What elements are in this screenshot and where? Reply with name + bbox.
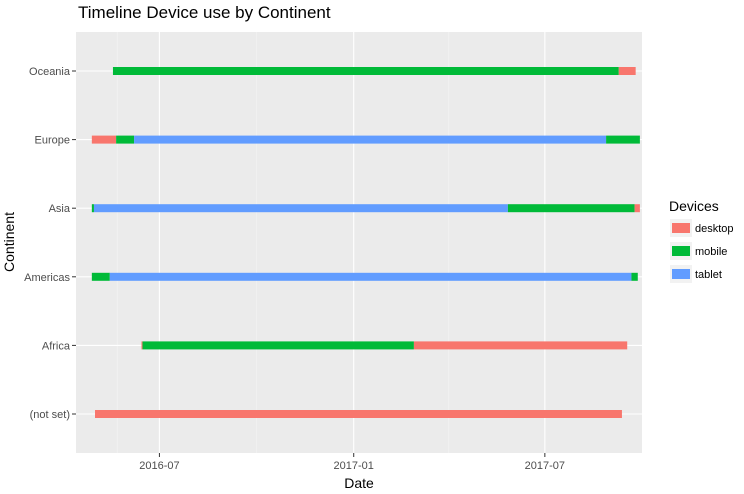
timeline-bar-mobile xyxy=(91,272,110,281)
timeline-bar-mobile xyxy=(112,67,619,75)
plot-panel xyxy=(76,32,642,453)
timeline-bar-tablet xyxy=(93,204,508,213)
timeline-bar-desktop xyxy=(95,410,622,418)
y-tick-label: Europe xyxy=(35,135,70,147)
y-tick-label: Oceania xyxy=(29,66,71,78)
y-tick-label: Asia xyxy=(49,203,71,215)
x-axis: 2016-07 2017-01 2017-07 xyxy=(139,453,565,472)
timeline-bar-desktop xyxy=(413,341,628,350)
timeline-bar-mobile xyxy=(116,135,135,144)
x-axis-title: Date xyxy=(344,475,374,491)
timeline-bar-tablet xyxy=(134,135,607,144)
legend-label: mobile xyxy=(695,246,727,258)
timeline-bar-mobile xyxy=(142,341,414,350)
x-tick-label: 2016-07 xyxy=(139,460,179,472)
legend-title: Devices xyxy=(669,198,719,214)
legend-swatch-mobile xyxy=(672,246,690,256)
timeline-bar-desktop xyxy=(141,341,143,350)
timeline-bar-mobile xyxy=(507,204,635,213)
timeline-bar-desktop xyxy=(618,67,636,75)
y-axis-title: Continent xyxy=(1,212,17,272)
legend-label: tablet xyxy=(695,269,722,281)
timeline-bar-desktop xyxy=(634,204,640,213)
y-tick-label: Americas xyxy=(24,272,70,284)
y-tick-label: (not set) xyxy=(30,409,70,421)
y-tick-label: Africa xyxy=(42,340,71,352)
timeline-bar-mobile xyxy=(631,272,638,281)
legend-swatch-tablet xyxy=(672,269,690,279)
legend-label: desktop xyxy=(695,223,734,235)
x-tick-label: 2017-07 xyxy=(525,460,565,472)
timeline-bar-desktop xyxy=(91,135,117,144)
timeline-bar-mobile xyxy=(91,204,94,213)
timeline-bar-tablet xyxy=(109,272,632,281)
timeline-bar-mobile xyxy=(606,135,640,144)
x-tick-label: 2017-01 xyxy=(334,460,374,472)
legend-swatch-desktop xyxy=(672,223,690,233)
timeline-chart: (not set) Africa Americas Asia Europe Oceania… xyxy=(1,32,734,491)
y-axis: (not set) Africa Americas Asia Europe Oceania xyxy=(24,66,76,421)
legend: Devices desktop mobile tablet xyxy=(669,198,734,283)
